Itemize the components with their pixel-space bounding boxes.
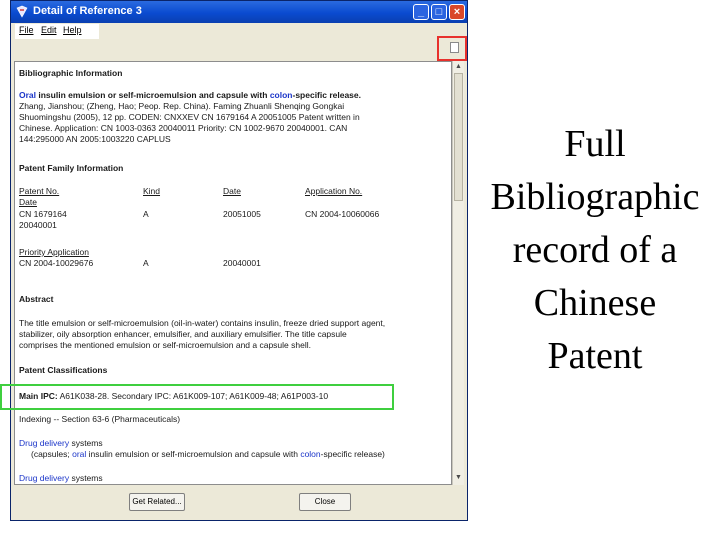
caption-line: Chinese [533, 282, 657, 324]
maximize-button[interactable]: □ [431, 4, 447, 20]
menu-bar: File Edit Help [15, 24, 99, 39]
caption-line: Patent [547, 335, 643, 377]
abstract-line: comprises the mentioned emulsion or self… [19, 340, 311, 350]
source-line: Shuomingshu (2005), 12 pp. CODEN: CNXXEV… [19, 112, 360, 122]
scroll-up-icon[interactable]: ▲ [454, 62, 463, 72]
reference-detail-window: Detail of Reference 3 _ □ × File Edit He… [10, 0, 468, 521]
application-line: Chinese. Application: CN 1003-0363 20040… [19, 123, 348, 133]
abstract-line: stabilizer, oily absorption enhancer, em… [19, 329, 347, 339]
section-bibliographic: Bibliographic Information [19, 68, 123, 78]
minimize-button[interactable]: _ [413, 4, 429, 20]
priority-kind: A [143, 258, 149, 268]
term-oral[interactable]: Oral [19, 90, 36, 100]
section-classifications: Patent Classifications [19, 365, 108, 375]
family-date: 20051005 [223, 209, 261, 219]
scroll-thumb[interactable] [454, 73, 463, 201]
highlight-green-box [0, 384, 394, 410]
window-title: Detail of Reference 3 [33, 5, 142, 17]
slide-caption: Full Bibliographic record of a Chinese P… [482, 118, 708, 383]
title-bar[interactable]: Detail of Reference 3 _ □ × [11, 1, 467, 23]
menu-file[interactable]: File [19, 25, 34, 35]
term-drug-delivery[interactable]: Drug delivery [19, 438, 69, 448]
index-entry-detail: (capsules; oral insulin emulsion or self… [31, 449, 385, 459]
family-application-no: CN 2004-10060066 [305, 209, 380, 219]
index-entry: Drug delivery systems [19, 473, 103, 483]
col-application-no: Application No. [305, 186, 363, 196]
priority-date: 20040001 [223, 258, 261, 268]
close-button[interactable]: Close [299, 493, 351, 511]
term-oral-2[interactable]: oral [72, 449, 86, 459]
indexing-section: Indexing -- Section 63-6 (Pharmaceutical… [19, 414, 181, 424]
term-colon[interactable]: colon [270, 90, 293, 100]
index-entry: Drug delivery systems [19, 438, 103, 448]
vertical-scrollbar[interactable]: ▲ ▼ [452, 61, 464, 485]
record-title: Oral insulin emulsion or self-microemuls… [19, 90, 361, 100]
priority-heading: Priority Application [19, 247, 89, 257]
app-icon [16, 5, 28, 18]
family-date-2: 20040001 [19, 220, 57, 230]
close-window-button[interactable]: × [449, 4, 465, 20]
caption-line: Full [564, 123, 626, 165]
col-kind: Kind [143, 186, 161, 196]
caption-line: record of a [512, 229, 678, 271]
scroll-down-icon[interactable]: ▼ [454, 473, 463, 483]
col-patent-no: Patent No. [19, 186, 60, 196]
get-related-button[interactable]: Get Related... [129, 493, 185, 511]
section-patent-family: Patent Family Information [19, 163, 124, 173]
col-date: Date [223, 186, 241, 196]
term-drug-delivery-2[interactable]: Drug delivery [19, 473, 69, 483]
col-date-2: Date [19, 197, 37, 207]
highlight-red-box [437, 36, 467, 61]
family-kind: A [143, 209, 149, 219]
record-content: Bibliographic Information Oral insulin e… [14, 61, 452, 485]
term-colon-2[interactable]: colon [300, 449, 320, 459]
authors-line: Zhang, Jianshou; (Zheng, Hao; Peop. Rep.… [19, 101, 345, 111]
accession-line: 144:295000 AN 2005:1003220 CAPLUS [19, 134, 171, 144]
menu-edit[interactable]: Edit [41, 25, 57, 35]
section-abstract: Abstract [19, 294, 54, 304]
menu-help[interactable]: Help [63, 25, 82, 35]
abstract-line: The title emulsion or self-microemulsion… [19, 318, 386, 328]
caption-line: Bibliographic [490, 176, 700, 218]
priority-number: CN 2004-10029676 [19, 258, 94, 268]
family-patent-no: CN 1679164 [19, 209, 67, 219]
